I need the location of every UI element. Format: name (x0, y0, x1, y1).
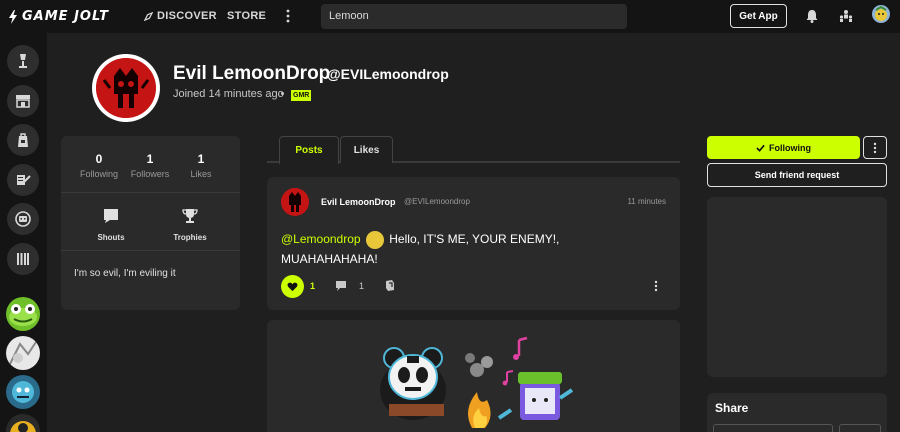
stat-following-value: 0 (95, 152, 103, 166)
rail-button-chat[interactable] (7, 203, 39, 235)
post-author-avatar[interactable] (281, 188, 309, 216)
rail-game-yellow[interactable] (6, 414, 40, 432)
left-rail (0, 33, 47, 432)
shouts-button[interactable]: Shouts (81, 208, 141, 242)
mention-avatar (365, 230, 384, 249)
user-avatar[interactable] (872, 5, 890, 23)
post-card: Evil LemoonDrop @EVILemoondrop 11 minute… (267, 177, 680, 310)
share-link-input[interactable] (713, 424, 833, 432)
trophies-button[interactable]: Trophies (160, 208, 220, 242)
shouts-label: Shouts (97, 233, 125, 242)
stat-likes-label: Likes (190, 169, 212, 179)
profile-more-button[interactable] (863, 136, 887, 159)
logo-text: GAME JOLT (22, 9, 109, 24)
profile-avatar[interactable] (92, 54, 160, 122)
rail-game-frog[interactable] (6, 297, 40, 331)
share-title: Share (715, 401, 749, 415)
share-panel: Share (707, 393, 887, 432)
stat-followers[interactable]: 1 Followers (125, 152, 175, 179)
nav-store[interactable]: STORE (227, 10, 266, 22)
profile-stats-card: 0 Following 1 Followers 1 Likes Shouts T… (61, 136, 240, 310)
chat-robot-icon (15, 211, 31, 227)
search-value: Lemoon (329, 10, 369, 22)
profile-handle: @EVILemoondrop (327, 66, 449, 82)
following-button[interactable]: Following (707, 136, 860, 159)
stat-followers-value: 1 (146, 152, 154, 166)
post-author-handle[interactable]: @EVILemoondrop (404, 197, 470, 206)
storefront-icon (16, 95, 30, 108)
post-more-icon[interactable] (654, 280, 658, 292)
rail-game-sketch[interactable] (6, 336, 40, 370)
kebab-icon (873, 142, 877, 153)
stat-followers-label: Followers (130, 169, 170, 179)
like-button[interactable] (281, 275, 304, 298)
post-author-name[interactable]: Evil LemoonDrop (321, 197, 396, 207)
rail-button-store[interactable] (7, 85, 39, 117)
like-count[interactable]: 1 (310, 281, 315, 291)
top-bar: GAME JOLT DISCOVER STORE Lemoon Get App (0, 0, 900, 33)
stat-following[interactable]: 0 Following (74, 152, 124, 179)
nav-discover[interactable]: DISCOVER (144, 10, 217, 22)
post-card-media (267, 320, 680, 432)
bolt-icon (9, 9, 17, 24)
discover-icon (144, 11, 153, 21)
gmr-badge: GMR (291, 90, 312, 101)
quest-scroll-icon (17, 175, 31, 185)
speech-bubble-icon (104, 209, 118, 223)
separator-dot (281, 92, 284, 95)
stat-likes[interactable]: 1 Likes (176, 152, 226, 179)
get-app-button[interactable]: Get App (730, 4, 787, 28)
card-divider (61, 250, 240, 251)
right-side-panel (707, 197, 887, 377)
profile-display-name: Evil LemoonDrop (173, 63, 331, 84)
profile-bio: I'm so evil, I'm eviling it (74, 268, 176, 279)
card-divider (61, 192, 240, 193)
check-icon (756, 144, 765, 152)
post-timestamp[interactable]: 11 minutes (627, 197, 666, 206)
gamejolt-logo[interactable]: GAME JOLT (8, 9, 109, 24)
heart-icon (287, 282, 298, 291)
following-label: Following (769, 142, 811, 153)
rail-button-library[interactable] (7, 243, 39, 275)
rail-button-discover[interactable] (7, 45, 39, 77)
rail-button-backpack[interactable] (7, 124, 39, 156)
more-menu-icon[interactable] (283, 8, 293, 24)
post-illustration[interactable] (267, 320, 680, 432)
share-icon[interactable] (384, 279, 396, 292)
post-text-line1: Hello, IT'S ME, YOUR ENEMY!, (389, 232, 560, 246)
tab-likes[interactable]: Likes (340, 136, 393, 163)
trophy-icon (182, 209, 198, 223)
tab-posts[interactable]: Posts (279, 136, 339, 165)
friends-icon[interactable] (838, 8, 854, 24)
share-copy-button[interactable] (839, 424, 881, 432)
library-icon (17, 253, 29, 265)
send-friend-request-button[interactable]: Send friend request (707, 163, 887, 187)
nav-discover-label: DISCOVER (157, 10, 217, 22)
stat-following-label: Following (79, 169, 119, 179)
stat-likes-value: 1 (197, 152, 205, 166)
search-input[interactable]: Lemoon (321, 4, 627, 29)
rail-button-quests[interactable] (7, 164, 39, 196)
post-mention[interactable]: @Lemoondrop (281, 232, 361, 246)
profile-tabs: Posts Likes (267, 136, 680, 165)
marker-icon (19, 54, 27, 68)
bell-icon[interactable] (804, 8, 820, 24)
trophies-label: Trophies (173, 233, 207, 242)
backpack-icon (18, 133, 28, 147)
rail-game-blue[interactable] (6, 375, 40, 409)
post-text-line2: MUAHAHAHAHA! (281, 252, 378, 266)
comment-count[interactable]: 1 (359, 281, 364, 291)
post-body: @Lemoondrop Hello, IT'S ME, YOUR ENEMY!,… (281, 229, 641, 269)
nav-store-label: STORE (227, 10, 267, 22)
joined-date: Joined 14 minutes ago (173, 88, 284, 100)
comment-icon[interactable] (335, 280, 347, 292)
